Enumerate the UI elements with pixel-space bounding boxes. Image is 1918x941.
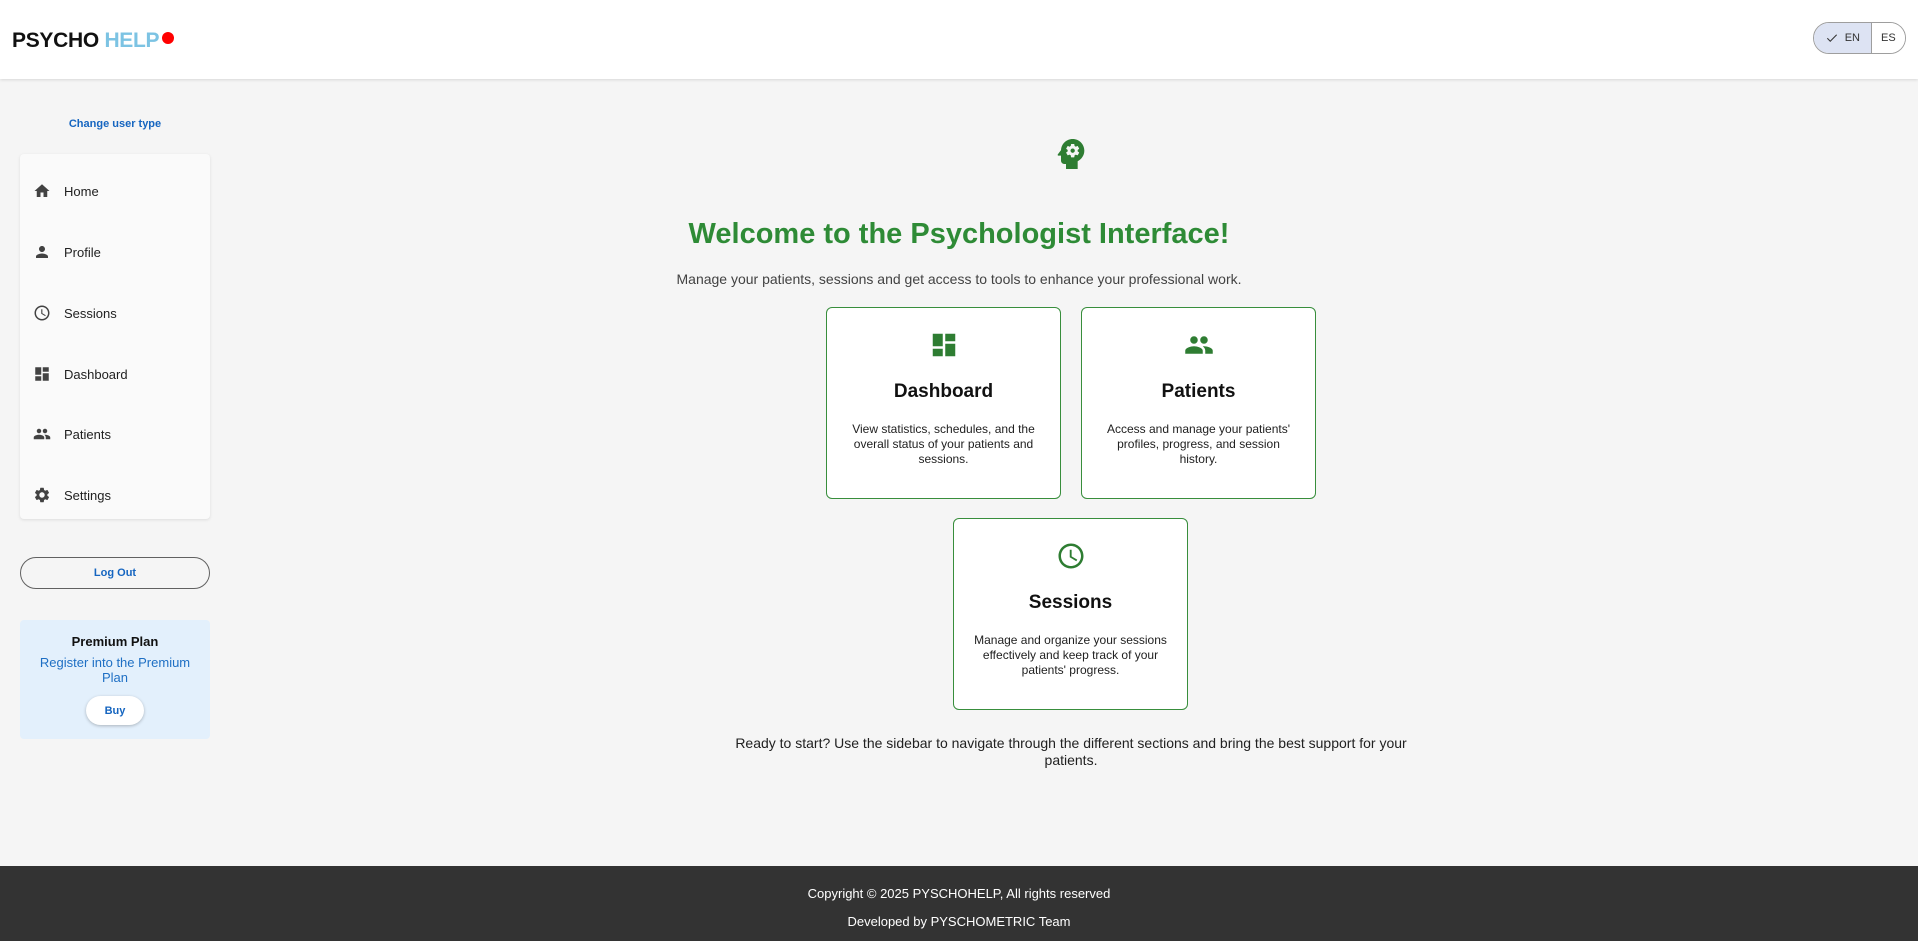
- home-icon: [33, 182, 51, 200]
- page-subtitle: Manage your patients, sessions and get a…: [676, 271, 1242, 287]
- sidebar-item-label: Settings: [64, 487, 111, 503]
- sidebar-item-label: Home: [64, 183, 99, 199]
- gear-icon: [33, 486, 51, 504]
- app-header: PSYCHO HELP EN ES: [0, 0, 1918, 79]
- footer-developed-by: Developed by PYSCHOMETRIC Team: [847, 914, 1071, 929]
- card-description: Access and manage your patients' profile…: [1106, 422, 1291, 466]
- psychology-head-gear-icon: [1051, 134, 1091, 174]
- dashboard-icon: [33, 365, 51, 383]
- page-title: Welcome to the Psychologist Interface!: [688, 218, 1230, 250]
- ready-to-start-text: Ready to start? Use the sidebar to navig…: [735, 735, 1407, 768]
- sessions-card[interactable]: Sessions Manage and organize your sessio…: [953, 518, 1188, 710]
- premium-register-link[interactable]: Register into the Premium Plan: [35, 655, 195, 685]
- check-icon: [1826, 34, 1837, 42]
- logout-button[interactable]: Log Out: [20, 557, 210, 589]
- patients-card[interactable]: Patients Access and manage your patients…: [1081, 307, 1316, 499]
- language-es-label: ES: [1881, 32, 1896, 44]
- card-title: Sessions: [1028, 592, 1113, 613]
- sidebar-item-label: Dashboard: [64, 366, 128, 382]
- page-footer: Copyright © 2025 PYSCHOHELP, All rights …: [0, 866, 1918, 941]
- sidebar-nav: Home Profile Sessions Dashboard Patients…: [20, 154, 210, 519]
- buy-button[interactable]: Buy: [86, 696, 144, 725]
- card-description: View statistics, schedules, and the over…: [852, 422, 1035, 466]
- sidebar-item-settings[interactable]: Settings: [20, 471, 210, 519]
- language-en-button[interactable]: EN: [1814, 23, 1872, 53]
- dashboard-card[interactable]: Dashboard View statistics, schedules, an…: [826, 307, 1061, 499]
- sidebar-item-label: Patients: [64, 426, 111, 442]
- sidebar-item-patients[interactable]: Patients: [20, 410, 210, 458]
- people-icon: [33, 425, 51, 443]
- card-title: Dashboard: [893, 381, 994, 402]
- sidebar-item-dashboard[interactable]: Dashboard: [20, 350, 210, 398]
- premium-plan-title: Premium Plan: [71, 634, 159, 649]
- logo-text-psycho: PSYCHO: [12, 29, 99, 52]
- status-indicator: [162, 32, 174, 44]
- sidebar-item-home[interactable]: Home: [20, 167, 210, 215]
- app-logo[interactable]: PSYCHO HELP: [12, 29, 160, 53]
- logo-text-help: HELP: [104, 29, 160, 52]
- language-es-button[interactable]: ES: [1871, 23, 1905, 53]
- sidebar-item-sessions[interactable]: Sessions: [20, 289, 210, 337]
- clock-icon: [954, 541, 1187, 571]
- dashboard-icon: [827, 330, 1060, 360]
- card-title: Patients: [1161, 381, 1236, 402]
- sidebar-item-label: Sessions: [64, 305, 117, 321]
- people-icon: [1082, 330, 1315, 360]
- premium-plan-card: Premium Plan Register into the Premium P…: [20, 620, 210, 739]
- language-toggle: EN ES: [1813, 22, 1906, 54]
- change-user-type-link[interactable]: Change user type: [20, 118, 210, 130]
- footer-copyright: Copyright © 2025 PYSCHOHELP, All rights …: [807, 886, 1111, 901]
- language-en-label: EN: [1844, 32, 1860, 44]
- card-description: Manage and organize your sessions effect…: [974, 633, 1167, 677]
- clock-icon: [33, 304, 51, 322]
